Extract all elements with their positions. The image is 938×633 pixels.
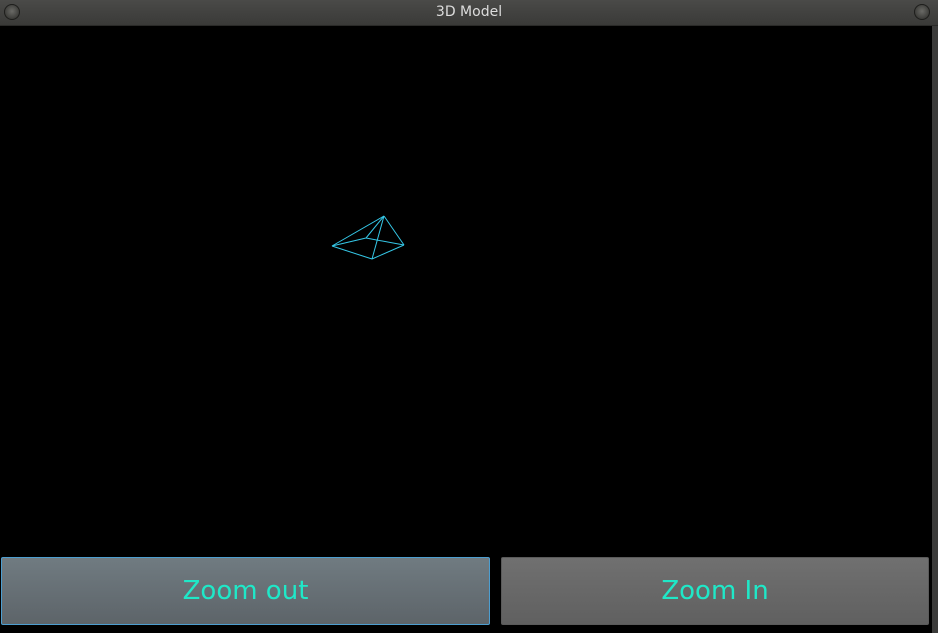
pyramid-edge [331, 237, 367, 247]
pyramid-edge [371, 244, 405, 260]
pyramid-edge [331, 245, 373, 260]
title-bar[interactable]: 3D Model [0, 0, 938, 26]
zoom-out-button[interactable]: Zoom out [1, 557, 490, 625]
window-title: 3D Model [435, 4, 503, 20]
pyramid-edge [365, 237, 405, 246]
pyramid-edge [383, 215, 405, 246]
window-border [932, 26, 938, 633]
zoom-in-button[interactable]: Zoom In [501, 557, 929, 625]
maximize-window-icon[interactable] [914, 4, 930, 20]
pyramid-wireframe [331, 215, 405, 260]
app-window: 3D Model Zoom out Zoom In [0, 0, 938, 633]
3d-viewport[interactable] [0, 26, 938, 553]
model-canvas [331, 215, 405, 260]
pyramid-edge [331, 215, 385, 247]
